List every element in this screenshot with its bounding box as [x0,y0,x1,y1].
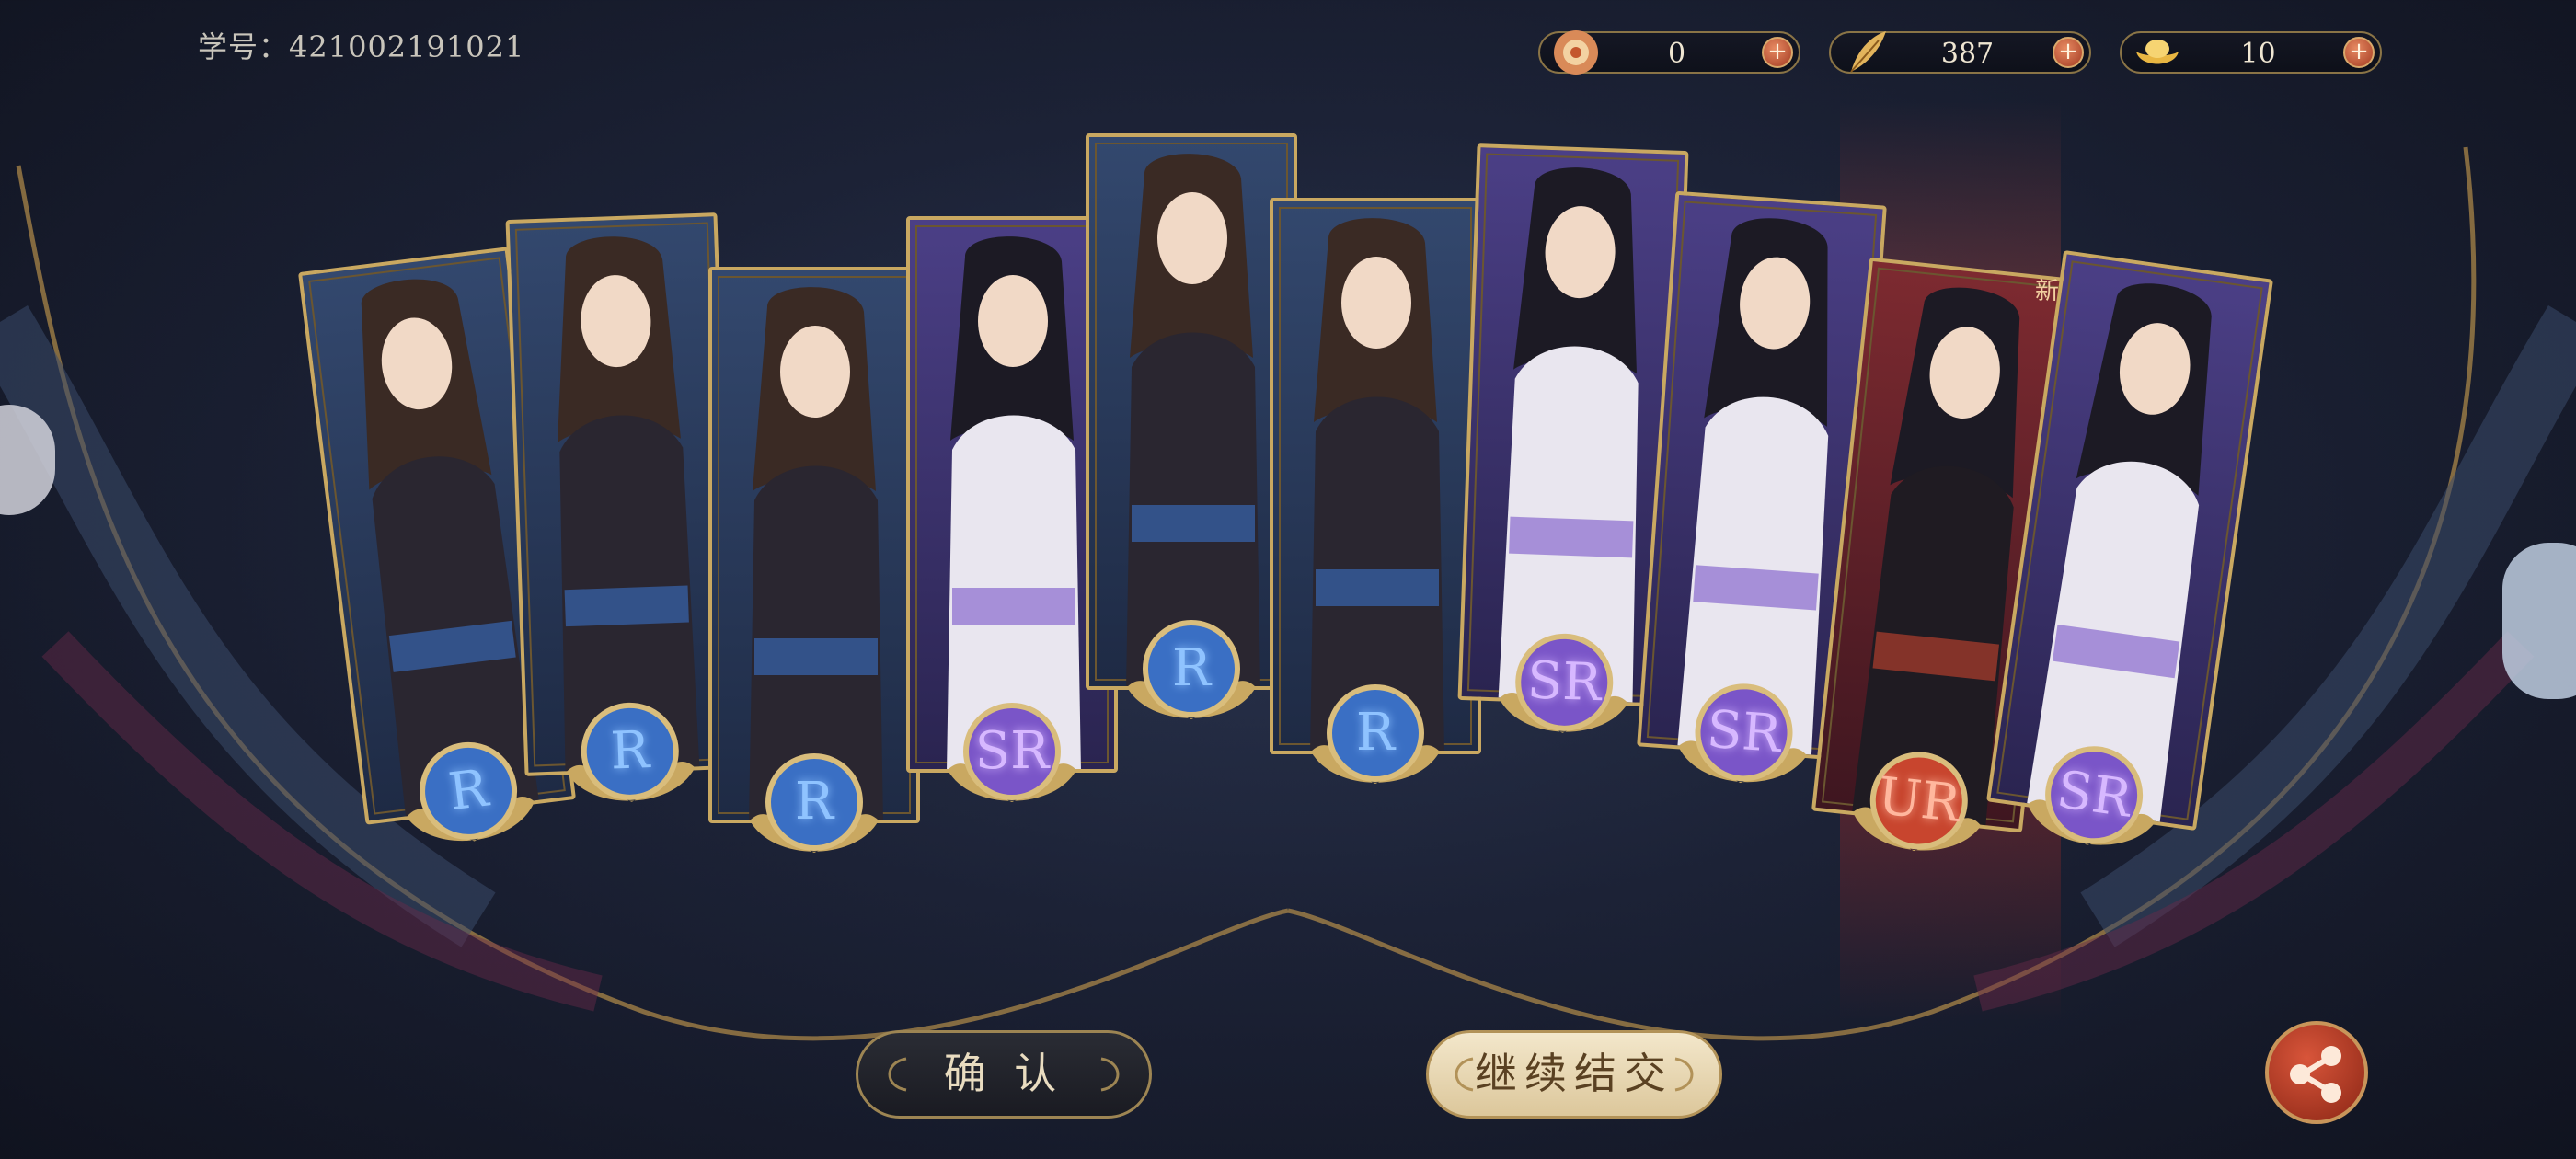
rarity-badge: UR [1843,725,1995,877]
rarity-label: R [794,772,834,832]
confirm-button[interactable]: 确 认 [856,1030,1152,1119]
rarity-badge: R [1306,664,1444,802]
rarity-label: SR [1525,650,1603,714]
ornament-icon [888,1057,907,1092]
currency-value: 10 [2240,38,2276,70]
rarity-badge: R [745,733,883,871]
add-feather-button[interactable]: + [2053,37,2084,68]
rarity-label: R [1355,703,1396,763]
share-icon [2290,1046,2341,1103]
rarity-badge: R [558,680,701,822]
character-card[interactable]: R [505,212,737,802]
ornament-icon [1455,1057,1474,1092]
currency-feather: 387 + [1829,31,2091,74]
student-id-label: 学号：421002191021 [198,29,525,64]
rarity-badge: SR [1493,611,1636,753]
rarity-badge: SR [1670,659,1817,806]
flower-token-icon [1554,30,1598,75]
currency-gold-ingot: 10 + [2120,31,2382,74]
feather-icon [1850,31,1886,73]
currency-value: 0 [1667,38,1686,70]
gold-ingot-icon [2136,40,2179,64]
ornament-icon [1100,1057,1120,1092]
new-label: 新 [2035,278,2060,305]
rarity-label: SR [1705,699,1783,765]
rarity-badge: SR [943,683,1081,820]
character-card[interactable]: R [1270,198,1481,784]
continue-draw-button[interactable]: 继续结交 [1426,1030,1722,1119]
rarity-label: R [609,720,650,782]
add-flower-token-button[interactable]: + [1762,37,1793,68]
rarity-label: R [445,758,491,823]
rarity-badge: R [1122,600,1260,738]
character-card[interactable]: R [708,267,920,853]
currency-value: 387 [1940,38,1995,70]
currency-flower-token: 0 + [1538,30,1800,75]
rarity-badge: R [391,714,545,867]
rarity-label: SR [974,721,1050,781]
share-button[interactable] [2265,1021,2368,1124]
rarity-label: UR [1874,765,1963,834]
rarity-label: SR [2053,759,2135,830]
confirm-label: 确 认 [943,1049,1064,1098]
rarity-badge: SR [2016,717,2171,873]
ornament-icon [1674,1057,1694,1092]
character-card[interactable]: R [1086,133,1297,719]
add-gold-ingot-button[interactable]: + [2343,37,2375,68]
right-side-tab[interactable] [2502,543,2576,699]
rarity-label: R [1171,638,1212,698]
continue-label: 继续结交 [1475,1049,1673,1098]
